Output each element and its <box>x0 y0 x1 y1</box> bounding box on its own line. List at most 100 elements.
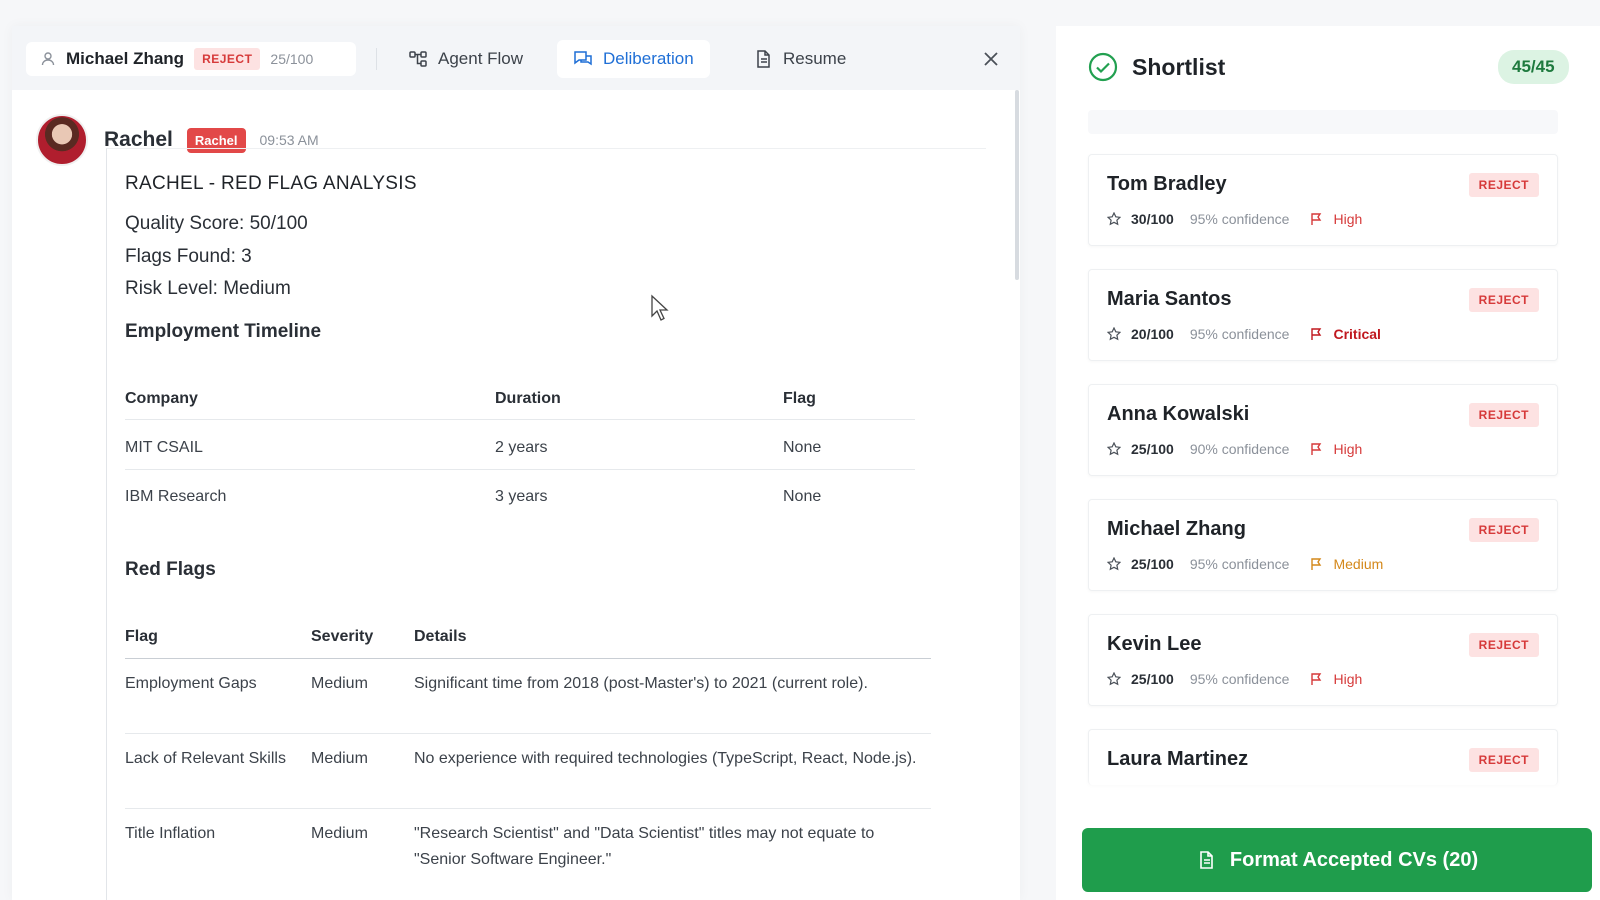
card-score: 25/100 <box>1131 671 1174 687</box>
card-status-badge: REJECT <box>1468 403 1539 427</box>
list-fade <box>1056 770 1600 810</box>
tab-agent-flow[interactable]: Agent Flow <box>392 40 539 78</box>
star-icon <box>1107 212 1121 226</box>
message-body: RACHEL - RED FLAG ANALYSIS Quality Score… <box>106 148 986 900</box>
card-risk: High <box>1333 211 1363 227</box>
deliberation-panel: Michael Zhang REJECT 25/100 Agent Flow D… <box>12 26 1020 900</box>
flow-icon <box>409 51 427 67</box>
redflag-cell: Medium <box>311 750 368 767</box>
avatar <box>36 114 88 166</box>
timeline-col-company: Company <box>125 390 198 407</box>
card-risk: Medium <box>1333 556 1384 572</box>
format-accepted-cvs-button[interactable]: Format Accepted CVs (20) <box>1082 828 1592 892</box>
divider <box>125 733 931 734</box>
card-name: Michael Zhang <box>1107 518 1246 540</box>
card-meta: 25/100 90% confidence High <box>1107 441 1362 457</box>
candidate-card[interactable]: Kevin Lee REJECT 25/100 95% confidence H… <box>1088 614 1558 706</box>
shortlist-panel: Shortlist 45/45 Tom Bradley REJECT 30/10… <box>1056 26 1600 900</box>
mouse-cursor-icon <box>651 294 669 321</box>
card-risk: High <box>1333 671 1363 687</box>
shortlist-title: Shortlist <box>1132 53 1226 80</box>
timeline-heading: Employment Timeline <box>125 321 322 342</box>
candidate-card[interactable]: Tom Bradley REJECT 30/100 95% confidence… <box>1088 154 1558 246</box>
card-status-badge: REJECT <box>1468 748 1539 772</box>
star-icon <box>1107 327 1121 341</box>
card-score: 25/100 <box>1131 441 1174 457</box>
card-score: 25/100 <box>1131 556 1174 572</box>
tab-divider <box>376 48 377 70</box>
tab-agent-flow-label: Agent Flow <box>438 49 524 68</box>
document-icon <box>757 50 770 68</box>
candidate-card[interactable]: Anna Kowalski REJECT 25/100 90% confiden… <box>1088 384 1558 476</box>
table-row: Employment Gaps Medium Significant time … <box>125 671 931 723</box>
redflag-cell: Medium <box>311 825 368 842</box>
divider <box>125 419 915 420</box>
chat-icon <box>574 51 592 66</box>
shortlist-header: Shortlist <box>1088 52 1225 82</box>
flag-icon <box>1311 328 1322 340</box>
tab-resume[interactable]: Resume <box>737 40 862 78</box>
redflag-cell: Medium <box>311 675 368 692</box>
timeline-cell: None <box>783 488 822 505</box>
candidate-card[interactable]: Maria Santos REJECT 20/100 95% confidenc… <box>1088 269 1558 361</box>
card-confidence: 95% confidence <box>1189 671 1290 687</box>
card-name: Anna Kowalski <box>1107 403 1250 425</box>
card-risk: Critical <box>1333 326 1381 342</box>
redflags-col-severity: Severity <box>311 628 374 645</box>
risk-level: Risk Level: Medium <box>125 278 291 299</box>
flag-icon <box>1311 443 1322 455</box>
card-confidence: 95% confidence <box>1189 556 1290 572</box>
flags-found: Flags Found: 3 <box>125 246 252 267</box>
redflags-col-details: Details <box>414 628 467 645</box>
format-accepted-cvs-label: Format Accepted CVs (20) <box>1229 848 1479 871</box>
tab-deliberation[interactable]: Deliberation <box>557 40 710 78</box>
table-row: Title Inflation Medium "Research Scienti… <box>125 821 931 873</box>
card-status-badge: REJECT <box>1468 288 1539 312</box>
card-name: Laura Martinez <box>1107 748 1249 770</box>
timeline-cell: 2 years <box>495 439 548 456</box>
card-confidence: 90% confidence <box>1189 441 1290 457</box>
candidate-status-badge: REJECT <box>194 48 261 70</box>
shortlist-count-badge: 45/45 <box>1498 50 1569 84</box>
candidate-score: 25/100 <box>270 51 314 67</box>
shortlist-filter-bar[interactable] <box>1088 110 1558 134</box>
card-confidence: 95% confidence <box>1189 211 1290 227</box>
redflag-cell: Lack of Relevant Skills <box>125 750 286 767</box>
red-flags-heading: Red Flags <box>125 559 216 580</box>
timeline-col-flag: Flag <box>783 390 816 407</box>
timeline-col-duration: Duration <box>495 390 561 407</box>
quality-score: Quality Score: 50/100 <box>125 213 308 234</box>
redflag-cell: Employment Gaps <box>125 675 257 692</box>
scrollbar[interactable] <box>1015 90 1019 280</box>
document-icon <box>1200 851 1213 869</box>
card-meta: 30/100 95% confidence High <box>1107 211 1362 227</box>
redflag-cell: Significant time from 2018 (post-Master'… <box>414 675 868 692</box>
timeline-cell: MIT CSAIL <box>125 439 203 456</box>
candidate-card[interactable]: Michael Zhang REJECT 25/100 95% confiden… <box>1088 499 1558 591</box>
card-score: 20/100 <box>1131 326 1174 342</box>
star-icon <box>1107 442 1121 456</box>
person-icon <box>41 52 55 66</box>
candidate-name: Michael Zhang <box>66 49 185 68</box>
card-meta: 25/100 95% confidence Medium <box>1107 556 1383 572</box>
star-icon <box>1107 672 1121 686</box>
card-meta: 25/100 95% confidence High <box>1107 671 1362 687</box>
timeline-cell: IBM Research <box>125 488 227 505</box>
message-time: 09:53 AM <box>259 132 319 148</box>
redflag-cell: "Research Scientist" and "Data Scientist… <box>414 825 875 868</box>
card-name: Tom Bradley <box>1107 173 1227 195</box>
redflags-col-flag: Flag <box>125 628 158 645</box>
redflag-cell: Title Inflation <box>125 825 216 842</box>
close-icon[interactable] <box>980 48 1002 70</box>
card-risk: High <box>1333 441 1363 457</box>
star-icon <box>1107 557 1121 571</box>
tab-deliberation-label: Deliberation <box>603 49 694 68</box>
flag-icon <box>1311 558 1322 570</box>
flag-icon <box>1311 673 1322 685</box>
card-name: Maria Santos <box>1107 288 1232 310</box>
table-row: Lack of Relevant Skills Medium No experi… <box>125 746 931 798</box>
analysis-title: RACHEL - RED FLAG ANALYSIS <box>125 173 417 194</box>
card-status-badge: REJECT <box>1468 633 1539 657</box>
panel-tabbar: Michael Zhang REJECT 25/100 Agent Flow D… <box>12 26 1020 90</box>
divider <box>125 658 931 659</box>
